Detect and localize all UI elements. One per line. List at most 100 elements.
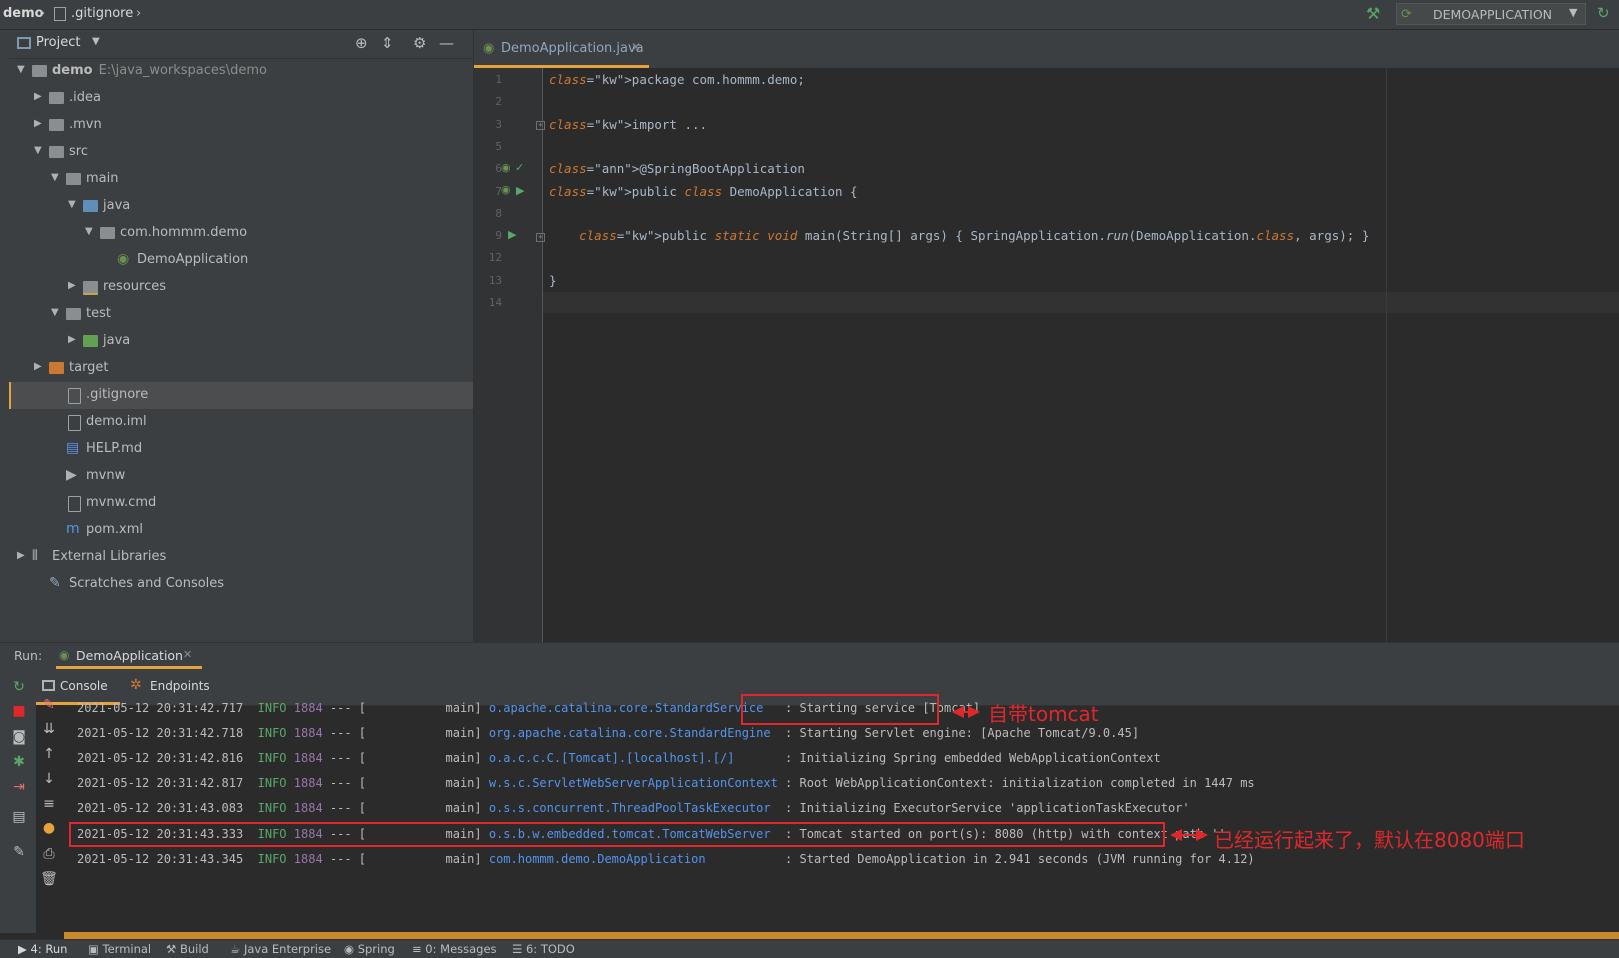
- hide-icon[interactable]: —: [439, 34, 454, 52]
- tree-item[interactable]: mvnw.cmd: [9, 490, 473, 517]
- tree-item[interactable]: ▼ test: [9, 301, 473, 328]
- tree-item[interactable]: ▶ mvnw: [9, 463, 473, 490]
- line-number: 7: [495, 184, 502, 198]
- bottom-tab[interactable]: ≡ 0: Messages: [412, 942, 497, 956]
- tab-endpoints[interactable]: Endpoints: [150, 679, 210, 693]
- tree-item[interactable]: ▶ resources: [9, 274, 473, 301]
- annotation-box: [741, 694, 939, 725]
- tree-item[interactable]: ▼ src: [9, 139, 473, 166]
- chevron-right-icon[interactable]: ▶: [17, 550, 25, 561]
- spring-bean-icon[interactable]: ◉: [501, 161, 511, 174]
- tree-item[interactable]: demo.iml: [9, 409, 473, 436]
- rerun-icon[interactable]: ↻: [8, 679, 30, 695]
- chevron-down-icon[interactable]: ▼: [17, 64, 25, 75]
- run-tab-demoapplication[interactable]: ◉ DemoApplication ✕: [56, 643, 202, 669]
- run-configuration-label: DEMOAPPLICATION: [1433, 7, 1553, 22]
- debug-icon[interactable]: ✱: [8, 754, 30, 770]
- tree-item[interactable]: ▶ .idea: [9, 85, 473, 112]
- endpoints-icon[interactable]: ✲: [130, 677, 142, 693]
- chevron-down-icon[interactable]: ▼: [92, 36, 100, 47]
- tree-item[interactable]: ✎ Scratches and Consoles: [9, 571, 473, 598]
- rerun-icon[interactable]: ↻: [1597, 4, 1610, 22]
- annotation-arrow: [1170, 829, 1208, 841]
- close-icon[interactable]: ✕: [183, 648, 192, 661]
- breadcrumb-project[interactable]: demo: [3, 6, 44, 21]
- chevron-down-icon[interactable]: ▼: [85, 226, 93, 237]
- line-number: 13: [488, 273, 502, 287]
- build-hammer-icon[interactable]: ⚒: [1366, 4, 1380, 23]
- annotation-text: 自带tomcat: [988, 702, 1099, 726]
- down-arrow-icon[interactable]: ↓: [38, 771, 60, 787]
- package-icon: [100, 227, 115, 239]
- run-configuration-selector[interactable]: ⟳ DEMOAPPLICATION ▼: [1396, 3, 1586, 25]
- clear-icon[interactable]: ✎: [38, 697, 60, 713]
- chevron-right-icon[interactable]: ▶: [34, 361, 42, 372]
- tree-item[interactable]: ◉ DemoApplication: [9, 247, 473, 274]
- line-number: 6: [495, 162, 502, 176]
- breadcrumb-separator: ›: [40, 6, 46, 21]
- tree-item[interactable]: ▼ java: [9, 193, 473, 220]
- exit-icon[interactable]: ⇥: [8, 779, 30, 795]
- fold-icon[interactable]: +: [536, 121, 545, 130]
- tab-demoapplication-java[interactable]: ◉ DemoApplication.java ✕: [474, 30, 649, 68]
- bottom-tab[interactable]: ◉ Spring: [344, 942, 395, 956]
- tree-item[interactable]: .gitignore: [9, 382, 473, 409]
- md-file-icon: ▤: [66, 440, 80, 456]
- tab-label: DemoApplication.java: [501, 41, 644, 56]
- bottom-tab[interactable]: ⚒ Build: [166, 942, 209, 956]
- spring-bean-icon[interactable]: ◉: [501, 183, 511, 196]
- bottom-tab[interactable]: ☕ Java Enterprise: [230, 942, 331, 956]
- tree-item[interactable]: ▶ ⫴ External Libraries: [9, 544, 473, 571]
- camera-icon[interactable]: ◙: [8, 729, 30, 745]
- tree-item[interactable]: ▶ java: [9, 328, 473, 355]
- layout-icon[interactable]: ▤: [8, 809, 30, 825]
- tree-item[interactable]: m pom.xml: [9, 517, 473, 544]
- run-gutter-icon[interactable]: ▶: [508, 228, 516, 241]
- locate-icon[interactable]: ⊕: [355, 34, 368, 52]
- chevron-down-icon[interactable]: ▼: [68, 199, 76, 210]
- tree-item[interactable]: ▶ target: [9, 355, 473, 382]
- pin-icon[interactable]: ✎: [8, 844, 30, 860]
- run-gutter-icon[interactable]: ▶: [516, 184, 524, 197]
- sort-icon[interactable]: ⇊: [38, 721, 60, 737]
- close-icon[interactable]: ✕: [631, 40, 641, 54]
- trash-icon[interactable]: 🗑: [38, 871, 60, 887]
- print-icon[interactable]: ⎙: [38, 846, 60, 862]
- console-log-line: 2021-05-12 20:31:42.718 INFO 1884 --- [ …: [77, 726, 1140, 741]
- spring-boot-icon: ⟳: [1401, 7, 1412, 22]
- bottom-tab[interactable]: ▣ Terminal: [88, 942, 151, 956]
- code-editor[interactable]: 1 2 3 5 6 7 8 9 12 13 14 ◉ ✓ ◉ ▶ ▶ + + class="kw">package…: [474, 68, 1619, 642]
- tree-item[interactable]: ▶ .mvn: [9, 112, 473, 139]
- tab-icon: ☕: [230, 942, 244, 956]
- tree-item[interactable]: ▼ com.hommm.demo: [9, 220, 473, 247]
- tab-icon: ≡: [412, 942, 426, 956]
- chevron-right-icon[interactable]: ▶: [34, 118, 42, 129]
- tree-item-label: .mvn: [69, 117, 102, 132]
- soft-wrap-icon[interactable]: ≡: [38, 796, 60, 812]
- collapse-all-icon[interactable]: ⇕: [381, 34, 394, 52]
- up-arrow-icon[interactable]: ↑: [38, 746, 60, 762]
- tree-item[interactable]: ▼ demo E:\java_workspaces\demo: [9, 58, 473, 85]
- chevron-down-icon[interactable]: ▼: [51, 172, 59, 183]
- tree-item[interactable]: ▼ main: [9, 166, 473, 193]
- chevron-down-icon[interactable]: ▼: [51, 307, 59, 318]
- breadcrumb-file[interactable]: .gitignore: [71, 6, 133, 21]
- progress-bar: [64, 932, 1619, 939]
- tree-item-label: java: [103, 333, 131, 348]
- project-view-selector[interactable]: Project: [36, 35, 80, 50]
- annotation-text: 已经运行起来了，默认在8080端口: [1214, 828, 1525, 852]
- tree-item-label: pom.xml: [86, 522, 143, 537]
- chevron-right-icon[interactable]: ▶: [68, 280, 76, 291]
- bottom-tab[interactable]: ☰ 6: TODO: [512, 942, 575, 956]
- tree-item[interactable]: ▤ HELP.md: [9, 436, 473, 463]
- chevron-right-icon[interactable]: ▶: [68, 334, 76, 345]
- chevron-down-icon[interactable]: ▼: [34, 145, 42, 156]
- tree-item-label: src: [69, 144, 88, 159]
- spring-config-icon[interactable]: ✓: [515, 161, 524, 174]
- stop-icon[interactable]: ■: [8, 703, 30, 719]
- fold-icon[interactable]: +: [536, 233, 545, 242]
- bottom-tab[interactable]: ▶ 4: Run: [18, 942, 67, 956]
- avatar-icon[interactable]: ●: [38, 820, 60, 836]
- gear-icon[interactable]: ⚙: [413, 34, 426, 52]
- chevron-right-icon[interactable]: ▶: [34, 91, 42, 102]
